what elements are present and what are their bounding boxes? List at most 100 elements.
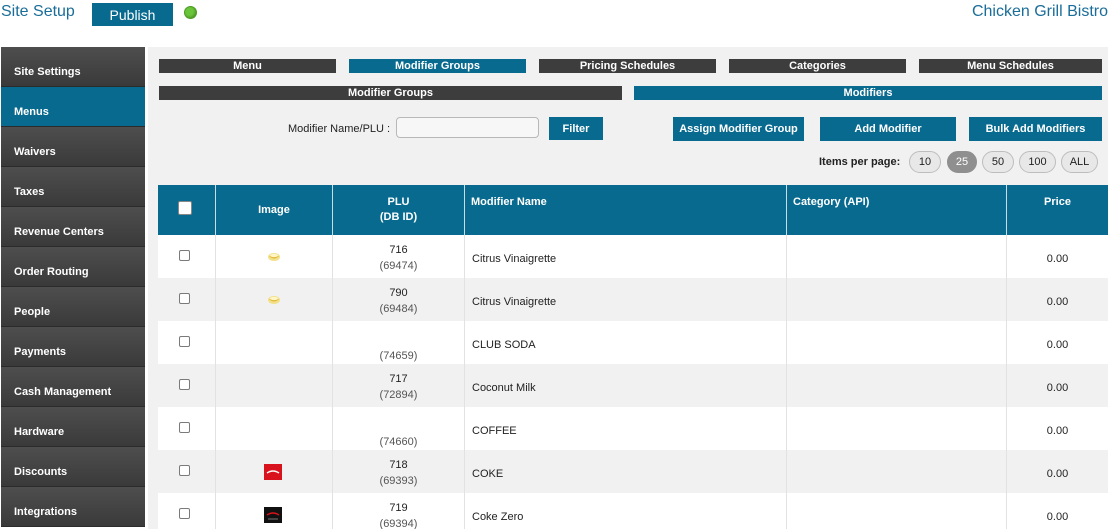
row-checkbox[interactable] [179,336,190,347]
dressing-icon [266,249,282,265]
row-plu-cell: 718 (69393) [333,450,465,493]
coke-icon [264,464,282,480]
modifier-search-input[interactable] [396,117,539,138]
row-plu-cell: 716 (69474) [333,235,465,278]
tab-pricing-schedules[interactable]: Pricing Schedules [539,59,716,73]
table-row: 719 (69394) Coke Zero 0.00 [158,493,1108,529]
sidebar-item-revenue-centers[interactable]: Revenue Centers [1,207,145,247]
sidebar-item-integrations[interactable]: Integrations [1,487,145,527]
table-row: (74659) CLUB SODA 0.00 [158,321,1108,364]
filter-button[interactable]: Filter [549,117,603,140]
price-value: 0.00 [1046,425,1069,437]
page-size-50[interactable]: 50 [982,151,1014,173]
sidebar-item-site-settings[interactable]: Site Settings [1,47,145,87]
row-category-cell [787,235,1007,278]
row-select-cell [158,278,216,321]
tab-categories[interactable]: Categories [729,59,906,73]
header-category: Category (API) [787,185,1007,235]
row-image-cell [216,364,333,407]
db-id-value: (74659) [379,350,418,362]
row-price-cell: 0.00 [1007,235,1108,278]
subtab-modifier-groups[interactable]: Modifier Groups [159,86,622,100]
add-modifier-button[interactable]: Add Modifier [820,117,956,141]
sidebar-item-people[interactable]: People [1,287,145,327]
row-checkbox[interactable] [179,422,190,433]
row-price-cell: 0.00 [1007,450,1108,493]
price-value: 0.00 [1046,382,1069,394]
row-category-cell [787,321,1007,364]
row-category-cell [787,493,1007,529]
modifier-name: Coconut Milk [472,382,536,394]
select-all-checkbox[interactable] [178,201,192,215]
sidebar-item-order-routing[interactable]: Order Routing [1,247,145,287]
price-value: 0.00 [1046,253,1069,265]
row-plu-cell: 790 (69484) [333,278,465,321]
row-image-cell [216,407,333,450]
row-select-cell [158,321,216,364]
tab-modifier-groups[interactable]: Modifier Groups [349,59,526,73]
sidebar-item-cash-management[interactable]: Cash Management [1,367,145,407]
row-category-cell [787,364,1007,407]
tab-menu[interactable]: Menu [159,59,336,73]
row-checkbox[interactable] [179,379,190,390]
coke-zero-icon [264,507,282,523]
publish-button[interactable]: Publish [92,3,173,26]
restaurant-name: Chicken Grill Bistro [971,3,1108,20]
page-size-all[interactable]: ALL [1061,151,1098,173]
status-indicator-icon [184,6,197,19]
row-image-cell [216,493,333,529]
sidebar-item-hardware[interactable]: Hardware [1,407,145,447]
row-category-cell [787,450,1007,493]
assign-modifier-group-button[interactable]: Assign Modifier Group [673,117,804,141]
row-price-cell: 0.00 [1007,407,1108,450]
header-price: Price [1007,185,1108,235]
table-header: Image PLU (DB ID) Modifier Name Category… [158,185,1108,235]
table-row: (74660) COFFEE 0.00 [158,407,1108,450]
dressing-icon [266,292,282,308]
bulk-add-modifiers-button[interactable]: Bulk Add Modifiers [969,117,1102,141]
row-checkbox[interactable] [179,508,190,519]
row-checkbox[interactable] [179,465,190,476]
db-id-value: (72894) [379,389,418,401]
row-checkbox[interactable] [179,250,190,261]
row-image-cell [216,450,333,493]
modifiers-table: Image PLU (DB ID) Modifier Name Category… [158,185,1108,529]
row-name-cell: COFFEE [465,407,787,450]
price-value: 0.00 [1046,296,1069,308]
db-id-value: (74660) [379,436,418,448]
tab-menu-schedules[interactable]: Menu Schedules [919,59,1102,73]
sidebar-item-taxes[interactable]: Taxes [1,167,145,207]
page-size-25[interactable]: 25 [947,151,977,173]
plu-value: 717 [389,373,408,385]
row-checkbox[interactable] [179,293,190,304]
row-category-cell [787,278,1007,321]
main-content: Menu Modifier Groups Pricing Schedules C… [148,47,1108,529]
page-size-100[interactable]: 100 [1019,151,1056,173]
row-image-cell [216,278,333,321]
row-name-cell: CLUB SODA [465,321,787,364]
header-plu-label: PLU [387,196,410,208]
sidebar-item-waivers[interactable]: Waivers [1,127,145,167]
header-plu-sub-label: (DB ID) [379,211,418,223]
subtab-modifiers[interactable]: Modifiers [634,86,1102,100]
page-size-10[interactable]: 10 [909,151,941,173]
price-value: 0.00 [1046,339,1069,351]
page-title: Site Setup [1,3,75,20]
modifier-name: Citrus Vinaigrette [472,296,557,308]
row-plu-cell: 717 (72894) [333,364,465,407]
header-plu: PLU (DB ID) [333,185,465,235]
row-category-cell [787,407,1007,450]
filter-label: Modifier Name/PLU : [288,123,391,135]
sidebar-item-payments[interactable]: Payments [1,327,145,367]
header-category-label: Category (API) [793,196,870,208]
table-body: 716 (69474) Citrus Vinaigrette 0.00 790 (6948… [158,235,1108,529]
row-name-cell: Citrus Vinaigrette [465,235,787,278]
modifier-name: Citrus Vinaigrette [472,253,557,265]
sidebar-item-menus[interactable]: Menus [1,87,145,127]
sidebar-item-discounts[interactable]: Discounts [1,447,145,487]
top-header: Site Setup Publish Chicken Grill Bistro [0,0,1111,30]
table-row: 716 (69474) Citrus Vinaigrette 0.00 [158,235,1108,278]
row-price-cell: 0.00 [1007,493,1108,529]
row-select-cell [158,493,216,529]
header-name-label: Modifier Name [471,196,547,208]
